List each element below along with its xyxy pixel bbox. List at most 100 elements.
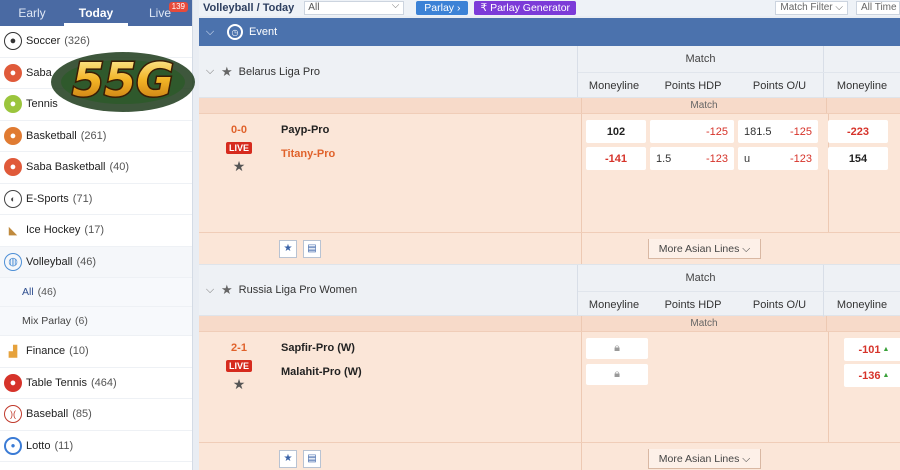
more-lines-label: More Asian Lines (658, 242, 740, 255)
hdp-odds: -125 (705, 125, 728, 138)
odds-away-moneyline[interactable]: -141 (586, 147, 646, 170)
favorite-star-button[interactable]: ★ (279, 449, 297, 468)
live-badge: LIVE (225, 142, 252, 154)
app: Early Today Live 139 ● Soccer (326) ● Sab… (0, 0, 900, 470)
table-tennis-icon: ● (4, 373, 22, 392)
brand-logo: 55G (51, 52, 195, 112)
favorite-star-button[interactable]: ★ (279, 239, 297, 258)
brand-logo-text: 55G (72, 53, 174, 107)
tab-today[interactable]: Today (64, 0, 128, 26)
sidebar-item-baseball[interactable]: )( Baseball (85) (0, 399, 192, 431)
sidebar-item-saba-basketball[interactable]: ● Saba Basketball (40) (0, 152, 192, 184)
sidebar-item-count: (85) (72, 408, 92, 421)
sidebar-item-label: E-Sports (26, 192, 69, 205)
sidebar-item-ice-hockey[interactable]: ◣ Ice Hockey (17) (0, 215, 192, 247)
league-title-area[interactable]: ⌵ ★ Russia Liga Pro Women (199, 265, 577, 315)
sidebar-subitem-mix-parlay[interactable]: Mix Parlay (6) (0, 307, 192, 336)
hdp-odds: -123 (705, 152, 728, 165)
sidebar-item-label: Finance (26, 345, 66, 358)
sidebar-item-label: Table Tennis (26, 376, 87, 389)
points-hdp-header: Points HDP (664, 299, 722, 311)
more-asian-lines-button[interactable]: More Asian Lines ⌵ (647, 238, 762, 259)
stats-icon[interactable]: ▤ (303, 449, 321, 468)
ou-line: u (744, 152, 751, 165)
odds-area: 🔒︎ -101 ▲ 🔒︎ -136 ▲ (581, 332, 900, 442)
match-row: 2-1 LIVE ★ Sapfir-Pro (W) Malahit-Pro (W… (199, 332, 900, 442)
subitem-count: (46) (37, 286, 57, 298)
sidebar-item-count: (10) (69, 345, 89, 358)
odds-header: Match Moneyline Points HDP Points O/U Mo… (577, 46, 900, 98)
parlay-generator-button[interactable]: ₹ Parlay Generator (474, 1, 577, 15)
league-title-area[interactable]: ⌵ ★ Belarus Liga Pro (199, 46, 577, 97)
league-header: ⌵ ★ Russia Liga Pro Women Match Moneylin… (199, 264, 900, 317)
sidebar-item-volleyball[interactable]: ◍ Volleyball (46) (0, 246, 192, 278)
sidebar-item-count: (464) (90, 376, 117, 389)
points-ou-header: Points O/U (736, 73, 824, 98)
event-bar[interactable]: ⌵ ◷ Event (199, 16, 900, 46)
star-icon[interactable]: ★ (233, 158, 246, 175)
parlay-button[interactable]: Parlay › (416, 1, 469, 15)
odds-away-moneyline-2[interactable]: -136 ▲ (844, 364, 900, 387)
odds-area: 102 -125 181.5 -125 -223 -141 1.5 -123 u -1… (581, 114, 900, 232)
stats-icon[interactable]: ▤ (303, 239, 321, 258)
odds-over[interactable]: 181.5 -125 (738, 120, 818, 143)
more-asian-lines-button[interactable]: More Asian Lines ⌵ (647, 448, 762, 469)
sidebar-item-lotto[interactable]: ● Lotto (11) (0, 431, 192, 462)
time-filter-select[interactable]: All Time (856, 1, 900, 15)
volleyball-icon: ◍ (4, 252, 22, 271)
match-row: 0-0 LIVE ★ Payp-Pro Titany-Pro 102 -125 … (199, 114, 900, 232)
sidebar-item-label: Lotto (26, 439, 51, 452)
sidebar-item-esports[interactable]: ◐ E-Sports (71) (0, 184, 192, 215)
sidebar-subitem-all[interactable]: All (46) (0, 278, 192, 307)
tab-early[interactable]: Early (0, 0, 64, 26)
match-filter-select[interactable]: Match Filter ⌵ (775, 1, 848, 15)
star-icon[interactable]: ★ (221, 282, 233, 298)
esports-icon: ◐ (4, 189, 22, 208)
sidebar-item-count: (11) (54, 439, 74, 452)
tab-live[interactable]: Live 139 (128, 0, 192, 26)
sidebar-item-basketball[interactable]: ● Basketball (261) (0, 121, 192, 152)
more-lines-label: More Asian Lines (658, 452, 740, 465)
lock-icon: 🔒︎ (586, 338, 648, 359)
match-group-header: Match (578, 265, 824, 291)
points-hdp-header: Points HDP (664, 80, 722, 92)
chevron-down-icon[interactable]: ⌵ (199, 26, 221, 39)
sidebar-item-finance[interactable]: ▟ Finance (10) (0, 336, 192, 368)
match-score: 0-0 (231, 124, 247, 136)
subitem-label: All (22, 286, 34, 298)
away-team[interactable]: Titany-Pro (281, 148, 581, 172)
star-icon[interactable]: ★ (221, 64, 233, 80)
odds-home-hdp[interactable]: -125 (650, 120, 734, 143)
sidebar-item-count: (71) (72, 192, 93, 205)
odds-home-moneyline-2[interactable]: -101 ▲ (844, 338, 900, 361)
home-team[interactable]: Sapfir-Pro (W) (281, 342, 581, 366)
subitem-label: Mix Parlay (22, 315, 72, 327)
odds-under[interactable]: u -123 (738, 147, 818, 170)
odds-away-hdp[interactable]: 1.5 -123 (650, 147, 734, 170)
odds-home-moneyline[interactable]: 102 (586, 120, 646, 143)
sidebar-item-count: (46) (76, 255, 97, 268)
chevron-down-icon[interactable]: ⌵ (199, 65, 221, 78)
lock-icon: 🔒︎ (586, 364, 648, 385)
saba-basketball-icon: ● (4, 158, 22, 177)
league-name: Russia Liga Pro Women (238, 284, 358, 296)
odds-away-moneyline-2[interactable]: 154 (828, 147, 888, 170)
match-footer: ★ ▤ More Asian Lines ⌵ (199, 232, 900, 264)
lotto-icon: ● (4, 436, 22, 455)
subitem-count: (6) (75, 315, 88, 327)
star-icon[interactable]: ★ (233, 376, 246, 393)
moneyline-header-2: Moneyline (836, 80, 888, 92)
away-team[interactable]: Malahit-Pro (W) (281, 366, 581, 390)
chevron-down-icon[interactable]: ⌵ (199, 284, 221, 297)
league-select[interactable]: All (304, 0, 405, 15)
match-subheader: Match (199, 316, 900, 332)
home-team[interactable]: Payp-Pro (281, 124, 581, 148)
sidebar-item-table-tennis[interactable]: ● Table Tennis (464) (0, 368, 192, 399)
sidebar-item-count: (40) (109, 161, 130, 174)
moneyline-header: Moneyline (588, 299, 640, 311)
ou-line: 181.5 (744, 125, 772, 138)
league-header: ⌵ ★ Belarus Liga Pro Match Moneyline Poi… (199, 46, 900, 98)
odds-home-moneyline-2[interactable]: -223 (828, 120, 888, 143)
sidebar-item-label: Ice Hockey (26, 224, 81, 237)
tab-early-label: Early (18, 6, 46, 20)
